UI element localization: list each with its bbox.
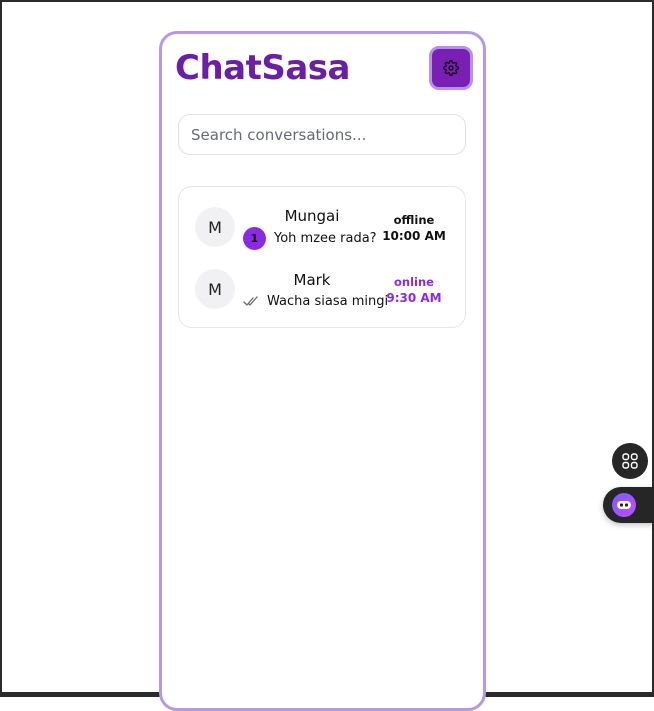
message-preview: Yoh mzee rada? — [274, 231, 377, 246]
avatar: M — [195, 207, 235, 247]
contact-name: Mungai — [284, 207, 340, 225]
conversation-list: M Mungai 1 Yoh mzee rada? offline 10:00 … — [178, 186, 466, 328]
conversation-item-mungai[interactable]: M Mungai 1 Yoh mzee rada? offline 10:00 … — [179, 207, 465, 263]
status-label: offline — [393, 213, 435, 227]
avatar: M — [195, 269, 235, 309]
conversation-item-mark[interactable]: M Mark Wacha siasa mingi online 9:30 AM — [179, 269, 465, 325]
message-time: 10:00 AM — [382, 229, 446, 243]
app-container: ChatSasa M Mungai 1 Yoh mzee rada? offli… — [159, 31, 486, 711]
bot-icon — [612, 493, 636, 517]
assistant-floating-tab[interactable] — [603, 487, 654, 523]
contact-name: Mark — [293, 271, 331, 289]
message-preview: Wacha siasa mingi — [267, 294, 389, 309]
settings-button[interactable] — [429, 46, 473, 90]
search-input[interactable] — [178, 114, 466, 155]
unread-badge: 1 — [243, 227, 266, 250]
app-title: ChatSasa — [175, 48, 350, 88]
double-check-icon — [243, 296, 258, 306]
message-time: 9:30 AM — [386, 291, 442, 305]
grid-icon — [622, 453, 638, 469]
status-label: online — [394, 275, 434, 289]
gear-icon — [443, 60, 459, 76]
apps-floating-button[interactable] — [612, 443, 648, 479]
